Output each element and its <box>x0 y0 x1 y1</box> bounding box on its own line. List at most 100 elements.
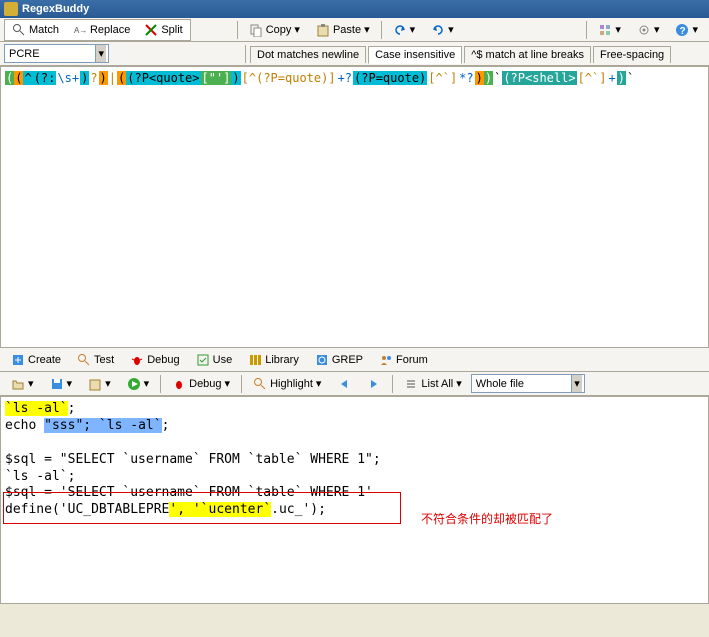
grep-icon <box>315 353 329 367</box>
replace-label: Replace <box>90 24 130 36</box>
regex-token: ` <box>493 71 502 85</box>
split-icon <box>144 23 158 37</box>
grep-label: GREP <box>332 354 363 366</box>
match-button[interactable]: Match <box>5 20 66 40</box>
library-icon <box>248 353 262 367</box>
app-title: RegexBuddy <box>22 3 89 15</box>
debug-run-button[interactable]: Debug ▾ <box>165 374 237 394</box>
option-dot-newline[interactable]: Dot matches newline <box>250 46 366 63</box>
text: `; <box>154 418 170 433</box>
dropdown-arrow-icon: ▾ <box>571 375 582 392</box>
text: $sql = 'SELECT `username` FROM `table` W… <box>5 485 704 502</box>
titlebar: RegexBuddy <box>0 0 709 18</box>
create-tab[interactable]: Create <box>4 350 68 370</box>
regex-token: [^`] <box>427 71 458 85</box>
regex-editor[interactable]: ((^(?:\s+)?)|((?P<quote>["'])[^(?P=quote… <box>0 66 709 348</box>
list-all-button[interactable]: List All ▾ <box>397 374 468 394</box>
scope-value: Whole file <box>476 378 571 390</box>
list-all-label: List All <box>421 378 453 390</box>
copy-icon <box>249 23 263 37</box>
people-icon <box>379 353 393 367</box>
copy-button[interactable]: Copy ▾ <box>242 20 307 40</box>
dropdown-arrow-icon: ▾ <box>105 377 111 390</box>
folder-icon <box>11 377 25 391</box>
list-icon <box>404 377 418 391</box>
play-icon <box>127 377 141 391</box>
save-button[interactable]: ▾ <box>43 374 80 394</box>
regex-token: ( <box>5 71 14 85</box>
help-icon: ? <box>675 23 689 37</box>
debug-run-label: Debug <box>189 378 221 390</box>
regex-token: ) <box>80 71 89 85</box>
option-anchor-linebreak[interactable]: ^$ match at line breaks <box>464 46 591 63</box>
regex-token: | <box>108 71 117 85</box>
match-shell: ls -al <box>107 418 154 433</box>
flavor-value: PCRE <box>9 48 95 60</box>
svg-text:?: ? <box>680 26 686 37</box>
grep-tab[interactable]: GREP <box>308 350 370 370</box>
bug-icon <box>172 377 186 391</box>
dropdown-arrow-icon: ▾ <box>456 377 462 390</box>
match-group: ` <box>5 401 13 416</box>
regex-token: ( <box>117 71 126 85</box>
prev-match-button[interactable] <box>330 374 358 394</box>
open-button[interactable]: ▾ <box>4 374 41 394</box>
paste-test-button[interactable]: ▾ <box>81 374 118 394</box>
test-editor[interactable]: `ls -al`; echo "sss"; `ls -al`; $sql = "… <box>0 396 709 604</box>
separator <box>241 375 242 393</box>
regex-token: \s+ <box>56 71 80 85</box>
use-icon <box>196 353 210 367</box>
text: echo <box>5 418 44 433</box>
dropdown-arrow-icon: ▾ <box>67 377 73 390</box>
option-free-spacing[interactable]: Free-spacing <box>593 46 671 63</box>
undo-button[interactable]: ▾ <box>386 20 423 40</box>
next-match-button[interactable] <box>360 374 388 394</box>
text: $sql = "SELECT `username` FROM `table` W… <box>5 452 704 469</box>
match-label: Match <box>29 24 59 36</box>
option-case-insensitive[interactable]: Case insensitive <box>368 46 462 64</box>
separator <box>160 375 161 393</box>
paste-icon <box>316 23 330 37</box>
text: define('UC_DBTABLEPRE <box>5 502 169 517</box>
regex-token: (?P<quote> <box>126 71 200 85</box>
separator <box>381 21 382 39</box>
regex-token: ) <box>99 71 108 85</box>
help-button[interactable]: ? ▾ <box>668 20 705 40</box>
paste-button[interactable]: Paste ▾ <box>309 20 377 40</box>
annotation-text: 不符合条件的却被匹配了 <box>421 512 553 528</box>
redo-button[interactable]: ▾ <box>424 20 461 40</box>
redo-icon <box>431 23 445 37</box>
create-label: Create <box>28 354 61 366</box>
regex-token: ( <box>14 71 23 85</box>
separator <box>237 21 238 39</box>
dropdown-arrow-icon: ▾ <box>144 377 150 390</box>
layout-icon <box>598 23 612 37</box>
debug-tab[interactable]: Debug <box>123 350 186 370</box>
split-label: Split <box>161 24 182 36</box>
split-button[interactable]: Split <box>137 20 189 40</box>
library-tab[interactable]: Library <box>241 350 306 370</box>
run-button[interactable]: ▾ <box>120 374 157 394</box>
replace-button[interactable]: A→B Replace <box>66 20 137 40</box>
dropdown-arrow-icon: ▾ <box>316 377 322 390</box>
save-icon <box>50 377 64 391</box>
layout-button[interactable]: ▾ <box>591 20 628 40</box>
regex-token: ) <box>231 71 240 85</box>
highlight-icon <box>253 377 267 391</box>
match-quote: "sss" <box>44 418 83 433</box>
forum-tab[interactable]: Forum <box>372 350 435 370</box>
replace-icon: A→B <box>73 23 87 37</box>
plus-icon <box>11 353 25 367</box>
regex-token: [^`] <box>577 71 608 85</box>
use-tab[interactable]: Use <box>189 350 240 370</box>
text: `ls -al`; <box>5 469 704 486</box>
dropdown-arrow-icon: ▾ <box>364 23 370 36</box>
options-button[interactable]: ▾ <box>630 20 667 40</box>
library-label: Library <box>265 354 299 366</box>
highlight-button[interactable]: Highlight ▾ <box>246 374 328 394</box>
arrow-right-icon <box>367 377 381 391</box>
scope-combo[interactable]: Whole file ▾ <box>471 374 585 393</box>
test-tab[interactable]: Test <box>70 350 121 370</box>
copy-label: Copy <box>266 24 292 36</box>
flavor-combo[interactable]: PCRE ▾ <box>4 44 109 63</box>
